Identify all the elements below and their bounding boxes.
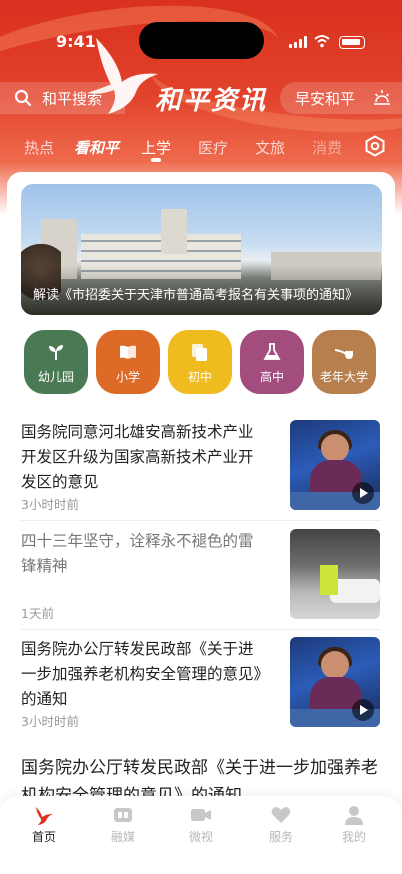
thumbnail-person-vest	[320, 565, 338, 595]
tab-school[interactable]: 上学	[141, 137, 171, 158]
news-item[interactable]: 国务院办公厅转发民政部《关于进一步加强养老机构安全管理的意见》的通知 3小时时前	[7, 637, 395, 729]
category-label: 老年大学	[319, 370, 368, 384]
category-primary[interactable]: 小学	[96, 330, 160, 394]
banner-photo	[161, 209, 187, 254]
tabbar-label: 微视	[188, 830, 213, 844]
category-senior-university[interactable]: 老年大学	[312, 330, 376, 394]
divider	[21, 520, 381, 521]
tab-consumption[interactable]: 消费	[312, 137, 342, 158]
home-dove-icon	[36, 807, 53, 825]
category-label: 初中	[187, 370, 212, 384]
category-row: 幼儿园 小学 初中 高中 老年大学	[24, 330, 384, 396]
tabbar-label: 我的	[341, 830, 366, 844]
play-icon	[352, 482, 374, 504]
news-thumbnail	[290, 529, 380, 619]
greeting-button[interactable]: 早安和平	[280, 82, 402, 114]
greeting-text: 早安和平	[295, 90, 356, 108]
channel-settings-icon[interactable]	[364, 135, 386, 157]
news-title: 国务院同意河北雄安高新技术产业开发区升级为国家高新技术产业开发区的意见	[21, 423, 254, 491]
play-icon	[352, 699, 374, 721]
tab-hot[interactable]: 热点	[24, 137, 54, 158]
tab-culture-travel[interactable]: 文旅	[255, 137, 285, 158]
bottom-tab-bar: 首页 融媒 微视 服务 我的	[0, 796, 402, 874]
category-senior-high[interactable]: 高中	[240, 330, 304, 394]
user-icon	[345, 806, 363, 825]
heart-icon	[271, 807, 291, 823]
news-item[interactable]: 国务院同意河北雄安高新技术产业开发区升级为国家高新技术产业开发区的意见 3小时时…	[7, 420, 395, 512]
news-title: 国务院办公厅转发民政部《关于进一步加强养老机构安全管理的意见》的通知	[21, 640, 262, 708]
documents-icon	[192, 344, 207, 361]
signal-icon	[289, 36, 309, 48]
news-title: 四十三年坚守，诠释永不褪色的雷锋精神	[21, 532, 254, 575]
tabbar-label: 融媒	[110, 830, 135, 844]
sprout-icon	[49, 345, 63, 360]
search-button[interactable]: 和平搜索	[0, 82, 125, 114]
pipe-icon	[334, 349, 353, 359]
media-icon	[114, 808, 132, 822]
wifi-icon	[314, 35, 330, 48]
tabbar-label: 首页	[31, 830, 56, 844]
tab-kan-heping[interactable]: 看和平	[74, 137, 119, 158]
flask-icon	[263, 343, 281, 360]
tabbar-services[interactable]: 服务	[251, 804, 311, 850]
search-placeholder: 和平搜索	[42, 90, 103, 108]
tabbar-profile[interactable]: 我的	[324, 804, 384, 850]
video-camera-icon	[191, 809, 211, 821]
news-time: 1天前	[21, 606, 54, 621]
category-label: 高中	[259, 370, 284, 384]
news-time: 3小时时前	[21, 714, 79, 729]
battery-icon	[339, 36, 365, 49]
news-thumbnail	[290, 637, 380, 727]
tab-medical[interactable]: 医疗	[198, 137, 228, 158]
news-thumbnail	[290, 420, 380, 510]
category-junior-high[interactable]: 初中	[168, 330, 232, 394]
active-tab-indicator	[151, 158, 161, 162]
tabbar-home[interactable]: 首页	[14, 804, 74, 850]
banner-caption: 解读《市招委关于天津市普通高考报名有关事项的通知》	[33, 288, 359, 303]
book-icon	[120, 345, 136, 359]
search-bar: 和平搜索 早安和平	[0, 82, 402, 114]
status-bar: 9:41	[0, 0, 402, 59]
sunrise-icon	[374, 90, 390, 105]
thumbnail-person-face	[321, 651, 349, 679]
content-card: 解读《市招委关于天津市普通高考报名有关事项的通知》 幼儿园 小学 初中 高中 老…	[7, 172, 395, 812]
banner-carousel[interactable]: 解读《市招委关于天津市普通高考报名有关事项的通知》	[21, 184, 382, 315]
divider	[21, 629, 381, 630]
category-label: 小学	[115, 370, 140, 384]
category-label: 幼儿园	[37, 370, 74, 384]
tabbar-media[interactable]: 融媒	[93, 804, 153, 850]
news-time: 3小时时前	[21, 497, 79, 512]
tabbar-label: 服务	[268, 830, 293, 844]
channel-tabs: 热点 看和平 上学 医疗 文旅 消费	[0, 132, 402, 162]
category-kindergarten[interactable]: 幼儿园	[24, 330, 88, 394]
tabbar-video[interactable]: 微视	[171, 804, 231, 850]
news-item[interactable]: 四十三年坚守，诠释永不褪色的雷锋精神 1天前	[7, 529, 395, 621]
thumbnail-person-face	[321, 434, 349, 462]
search-icon	[14, 89, 32, 107]
